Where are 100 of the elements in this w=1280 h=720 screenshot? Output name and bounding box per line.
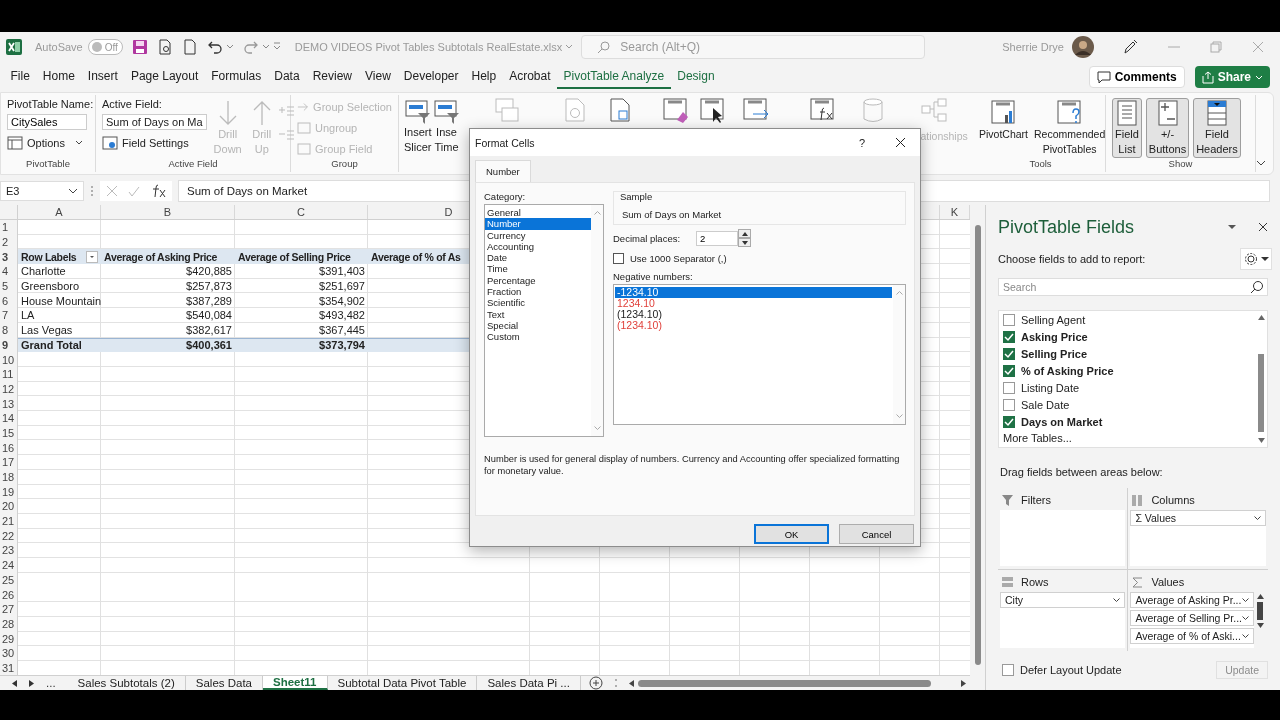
database-icon[interactable] (862, 98, 883, 123)
category-item[interactable]: General (485, 207, 591, 219)
category-item[interactable]: Number (485, 218, 591, 230)
row-header[interactable]: 17 (0, 455, 18, 470)
show-toggle-button[interactable]: +/- Buttons (1145, 98, 1190, 158)
drop-zone[interactable]: Σ Values (1130, 510, 1266, 566)
ribbon-tab[interactable]: Formulas (204, 65, 268, 89)
column-header[interactable]: B (163, 206, 172, 218)
collapse-field-icon[interactable] (278, 130, 294, 140)
scroll-up-icon[interactable] (1256, 594, 1264, 599)
drag-handle-icon[interactable] (90, 185, 94, 197)
caret-icon[interactable] (1228, 225, 1236, 229)
filter-dropdown-icon[interactable] (86, 250, 98, 263)
field-label[interactable]: Listing Date (1021, 381, 1080, 394)
toggle-knob[interactable] (91, 42, 102, 52)
caret-icon[interactable] (261, 43, 270, 51)
chevron-icon[interactable] (565, 43, 574, 51)
ribbon-tab[interactable]: Design (670, 65, 722, 89)
area-field[interactable]: Average of Asking Pr... (1130, 592, 1254, 608)
add-sheet-icon[interactable] (588, 676, 603, 690)
negative-format-item[interactable]: -1234.10 (615, 287, 892, 298)
field-label[interactable]: Selling Agent (1021, 313, 1086, 326)
row-header[interactable]: 4 (0, 264, 18, 279)
separator-label[interactable]: Use 1000 Separator (,) (630, 252, 727, 264)
category-item[interactable]: Time (485, 263, 591, 275)
ribbon-tab[interactable]: Page Layout (124, 65, 205, 89)
field-label[interactable]: Days on Market (1021, 415, 1103, 428)
down-icon[interactable] (741, 240, 748, 245)
insert-filter-button[interactable]: Inse Time (432, 98, 461, 156)
ribbon-tab[interactable]: Data (267, 65, 307, 89)
defer-checkbox[interactable] (1002, 664, 1014, 676)
more-sheets[interactable]: ... (46, 677, 56, 689)
ribbon-tab[interactable]: Developer (397, 65, 465, 89)
column-header[interactable]: A (55, 206, 63, 218)
name-box[interactable]: E3 (0, 181, 84, 201)
ribbon-tab[interactable]: Acrobat (502, 65, 558, 89)
field-label[interactable]: % of Asking Price (1021, 364, 1114, 377)
row-header[interactable]: 20 (0, 499, 18, 514)
settings-button[interactable] (1240, 248, 1272, 270)
ribbon-tab[interactable]: View (358, 65, 398, 89)
area-field[interactable]: Σ Values (1130, 510, 1266, 526)
field-checkbox[interactable] (1003, 347, 1015, 360)
data-source-icon[interactable] (609, 98, 630, 122)
scroll-right-icon[interactable] (961, 679, 966, 687)
defer-label[interactable]: Defer Layout Update (1020, 664, 1122, 676)
drop-zone[interactable]: City (1000, 592, 1126, 648)
column-header[interactable]: K (950, 206, 959, 218)
row-header[interactable]: 10 (0, 352, 18, 367)
field-checkbox[interactable] (1003, 398, 1015, 411)
area-field[interactable]: Average of Selling Pr... (1130, 610, 1254, 626)
pivotchart-button[interactable]: PivotChart (978, 98, 1030, 158)
check-icon[interactable] (128, 185, 140, 197)
category-item[interactable]: Special (485, 319, 591, 332)
recommended-pivottables-button[interactable]: Recommended PivotTables (1033, 98, 1107, 158)
separator-checkbox[interactable] (613, 252, 624, 264)
caret-icon[interactable] (225, 43, 234, 51)
category-item[interactable]: Scientific (485, 297, 591, 309)
row-header[interactable]: 6 (0, 293, 18, 309)
field-checkbox[interactable] (1003, 415, 1015, 428)
row-header[interactable]: 7 (0, 308, 18, 323)
insert-function-icon[interactable] (150, 184, 166, 198)
help-button[interactable]: ? (858, 136, 865, 149)
row-header[interactable]: 29 (0, 631, 18, 646)
share-button[interactable]: Share (1194, 66, 1270, 88)
column-header[interactable]: C (297, 206, 305, 218)
ok-button[interactable]: OK (754, 524, 829, 544)
column-header[interactable]: D (444, 206, 453, 218)
show-toggle-button[interactable]: Field List (1112, 98, 1142, 158)
negative-format-item[interactable]: 1234.10 (615, 298, 657, 309)
field-settings-button[interactable]: Field Settings (102, 134, 207, 151)
category-item[interactable]: Date (485, 252, 591, 264)
select-icon[interactable] (699, 98, 726, 124)
scroll-left-icon[interactable] (628, 679, 634, 687)
category-item[interactable]: Text (485, 308, 591, 320)
previous-sheet-icon[interactable] (12, 679, 17, 687)
refresh-icon[interactable] (564, 98, 585, 122)
row-header[interactable]: 26 (0, 587, 18, 602)
field-label[interactable]: Selling Price (1021, 347, 1088, 360)
category-item[interactable]: Accounting (485, 240, 591, 253)
field-checkbox[interactable] (1003, 313, 1015, 326)
ribbon-tab[interactable]: Review (306, 65, 359, 89)
close-icon[interactable] (1258, 222, 1268, 232)
scroll-thumb[interactable] (1257, 602, 1263, 620)
drop-zone[interactable]: Average of Asking Pr... Average of Selling Pr... Average of % of Aski... (1130, 592, 1266, 648)
row-header[interactable]: 22 (0, 528, 18, 544)
drag-handle-icon[interactable] (614, 679, 617, 687)
category-item[interactable]: Custom (485, 331, 591, 343)
field-checkbox[interactable] (1003, 364, 1015, 377)
category-item[interactable]: Fraction (485, 286, 591, 298)
negative-format-item[interactable]: (1234.10) (615, 309, 664, 320)
ribbon-tab[interactable]: Home (36, 65, 82, 89)
search-field[interactable]: Search (998, 278, 1268, 296)
scroll-down-icon[interactable] (1256, 623, 1264, 628)
ribbon-tab[interactable]: Help (465, 65, 503, 89)
formula-icon[interactable] (809, 98, 836, 122)
dialog-tab[interactable]: Number (475, 160, 531, 182)
up-icon[interactable] (741, 231, 748, 236)
save-icon[interactable] (131, 39, 148, 55)
ribbon-tab[interactable]: Insert (81, 65, 125, 89)
field-checkbox[interactable] (1003, 381, 1015, 394)
